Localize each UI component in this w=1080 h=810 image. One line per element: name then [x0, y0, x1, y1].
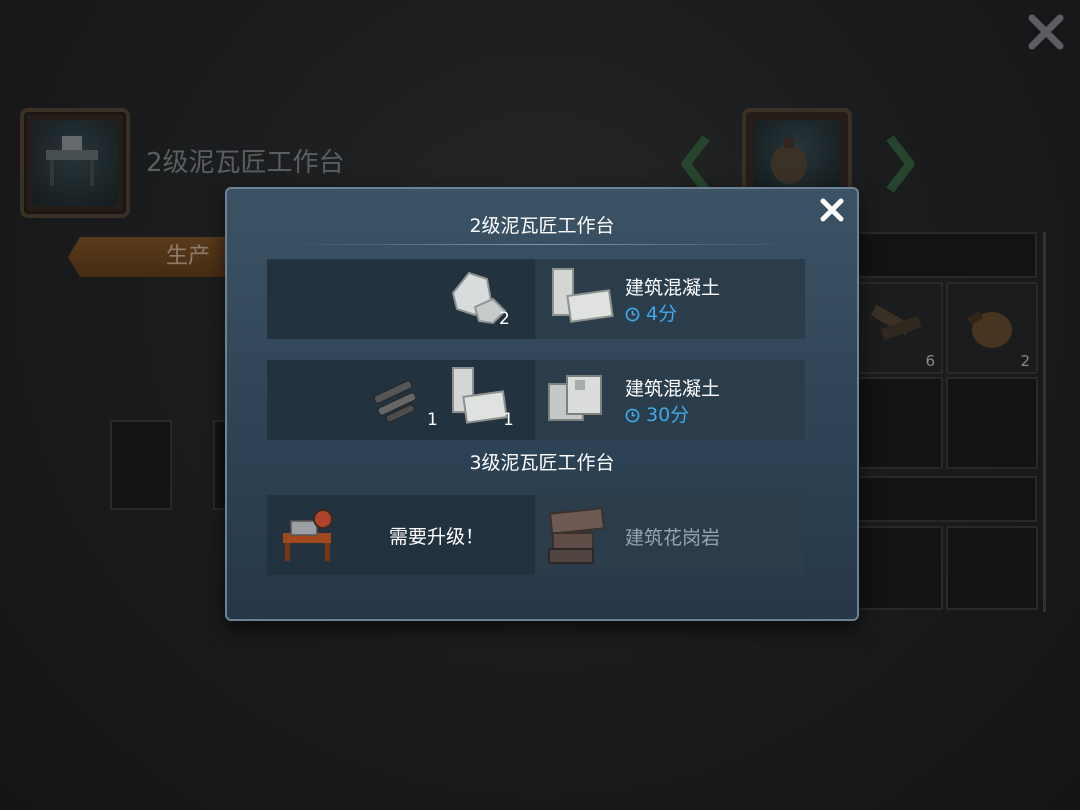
tab-production[interactable]: 生产	[68, 237, 230, 277]
arrow-right-icon[interactable]	[880, 132, 920, 196]
item-count: 2	[1020, 352, 1030, 370]
inventory-header	[855, 232, 1037, 278]
scrollbar[interactable]	[1043, 232, 1046, 612]
section-title-level3: 3级泥瓦匠工作台	[469, 452, 615, 474]
recipe-output: 建筑混凝土 30分	[535, 360, 805, 440]
inventory-slot[interactable]	[855, 377, 943, 469]
item-count: 6	[925, 352, 935, 370]
locked-recipe-row[interactable]: 需要升级！ 建筑花岗岩	[267, 495, 805, 575]
concrete-blocks-icon	[452, 367, 508, 424]
output-name: 建筑混凝土	[625, 378, 721, 400]
section-title-level2: 2级泥瓦匠工作台	[469, 215, 615, 237]
station-title: 2级泥瓦匠工作台	[146, 148, 345, 178]
clock-icon	[625, 408, 640, 423]
inventory-slot[interactable]: 2	[946, 282, 1038, 374]
inventory-slot[interactable]	[946, 377, 1038, 469]
input-quantity: 1	[503, 410, 514, 430]
empty-slot[interactable]	[110, 420, 172, 510]
flask-icon	[966, 311, 1012, 348]
rebar-icon	[373, 380, 417, 423]
upgrade-required-text: 需要升级！	[389, 526, 485, 548]
background-close-icon[interactable]	[1026, 12, 1066, 52]
craft-time-value: 4分	[646, 303, 678, 325]
concrete-slab-icon	[548, 375, 602, 421]
upgrade-requirement: 需要升级！	[267, 495, 535, 575]
sack-icon	[771, 138, 807, 184]
recipe-row[interactable]: 1 1 建筑混凝土 30分	[267, 360, 805, 440]
output-name: 建筑混凝土	[625, 277, 721, 299]
locked-output-name: 建筑花岗岩	[625, 527, 721, 549]
input-quantity: 1	[427, 410, 438, 430]
recipe-output: 建筑混凝土 4分	[535, 259, 805, 339]
workbench-upgrade-icon	[283, 509, 333, 561]
craft-time: 4分	[625, 299, 677, 326]
inventory-header	[855, 476, 1037, 522]
recipe-row[interactable]: 2 建筑混凝土 4分	[267, 259, 805, 339]
divider	[287, 244, 797, 245]
inventory-slot[interactable]: 6	[855, 282, 943, 374]
clock-icon	[625, 307, 640, 322]
input-quantity: 2	[499, 309, 510, 329]
craft-time-value: 30分	[646, 404, 690, 426]
station-portrait	[20, 108, 130, 218]
inventory-slot[interactable]	[946, 526, 1038, 610]
inventory-slot[interactable]	[855, 526, 943, 610]
concrete-blocks-icon	[552, 268, 614, 323]
recipe-dialog: 2级泥瓦匠工作台 2 建筑混凝土 4分 1 1 建筑混凝土 30分 3级泥瓦匠工…	[225, 187, 859, 621]
granite-icon	[548, 507, 606, 564]
workbench-icon	[46, 136, 98, 186]
recipe-inputs: 2	[267, 259, 535, 339]
recipe-inputs: 1 1	[267, 360, 535, 440]
craft-time: 30分	[625, 400, 689, 427]
locked-output: 建筑花岗岩	[535, 495, 805, 575]
